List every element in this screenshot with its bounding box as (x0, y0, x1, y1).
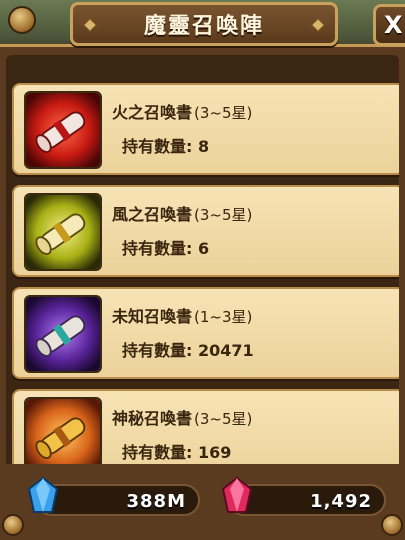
scroll-list-container[interactable]: 火之召喚書 (3~5星) 持有數量: 8 風之召喚書 (3~5星) 持有數量: … (6, 55, 399, 470)
scroll-quantity: 持有數量: 169 (122, 443, 232, 462)
scroll-quantity: 持有數量: 20471 (122, 341, 254, 360)
scroll-item-mystical[interactable]: 神秘召喚書 (3~5星) 持有數量: 169 (12, 389, 399, 470)
diamond-ornament-icon (310, 17, 326, 33)
currency-bar: 388M 1,492 (0, 464, 405, 540)
mana-counter[interactable]: 388M (36, 484, 200, 516)
close-icon: X (384, 11, 403, 39)
page-title: 魔靈召喚陣 (143, 14, 264, 39)
scroll-item-unknown[interactable]: 未知召喚書 (1~3星) 持有數量: 20471 (12, 287, 399, 379)
diamond-ornament-icon (82, 17, 98, 33)
corner-ornament-icon (2, 514, 24, 536)
title-plaque: 魔靈召喚陣 (70, 2, 338, 46)
scroll-name: 神秘召喚書 (3~5星) (112, 409, 253, 428)
corner-ornament-icon (381, 514, 403, 536)
scroll-name: 風之召喚書 (3~5星) (112, 205, 253, 224)
scroll-item-fire[interactable]: 火之召喚書 (3~5星) 持有數量: 8 (12, 83, 399, 175)
scroll-quantity: 持有數量: 8 (122, 137, 210, 156)
unknown-scroll-icon (24, 295, 102, 373)
scroll-quantity: 持有數量: 6 (122, 239, 210, 258)
red-crystal-icon (220, 476, 254, 516)
close-button[interactable]: X (373, 4, 405, 46)
scroll-name: 火之召喚書 (3~5星) (112, 103, 253, 122)
mana-value: 388M (126, 491, 186, 512)
mana-crystal-icon (26, 476, 60, 516)
mystical-scroll-icon (24, 397, 102, 470)
scroll-item-wind[interactable]: 風之召喚書 (3~5星) 持有數量: 6 (12, 185, 399, 277)
scroll-name: 未知召喚書 (1~3星) (112, 307, 253, 326)
corner-ornament-icon (8, 6, 36, 34)
crystal-value: 1,492 (310, 491, 372, 512)
fire-scroll-icon (24, 91, 102, 169)
wind-scroll-icon (24, 193, 102, 271)
